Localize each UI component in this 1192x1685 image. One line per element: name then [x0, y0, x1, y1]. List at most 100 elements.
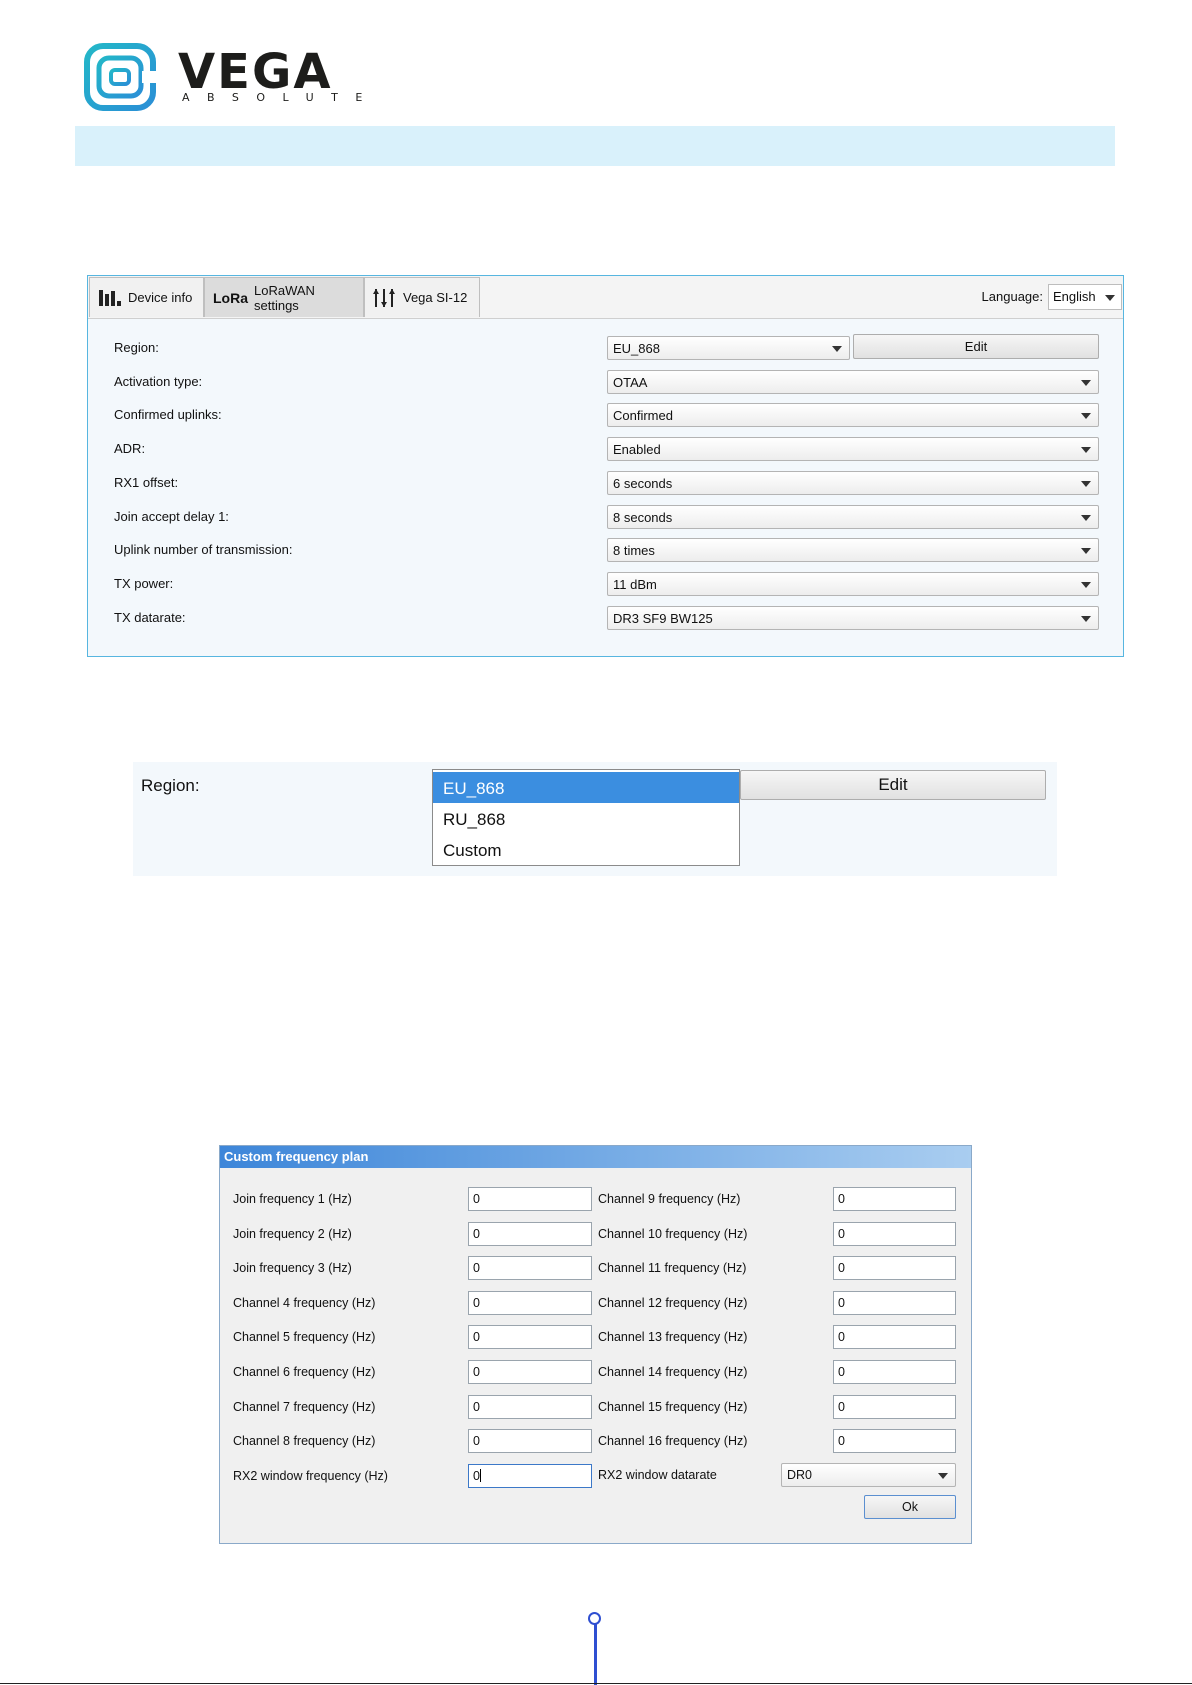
- language-select[interactable]: English: [1048, 284, 1122, 310]
- setting-select[interactable]: 8 times: [607, 538, 1099, 562]
- setting-value: Enabled: [613, 442, 661, 457]
- frequency-input[interactable]: 0: [833, 1222, 956, 1246]
- setting-value: Confirmed: [613, 408, 673, 423]
- edit-button[interactable]: Edit: [853, 334, 1099, 359]
- setting-select[interactable]: DR3 SF9 BW125: [607, 606, 1099, 630]
- bar-chart-icon: [99, 289, 121, 306]
- setting-select[interactable]: Enabled: [607, 437, 1099, 461]
- setting-select[interactable]: EU_868: [607, 336, 850, 360]
- frequency-label: Channel 7 frequency (Hz): [233, 1400, 376, 1414]
- tab-bar: Device info LoRa LoRaWAN settings Vega S…: [88, 276, 1123, 319]
- frequency-label: Channel 6 frequency (Hz): [233, 1365, 376, 1379]
- frequency-input[interactable]: 0: [833, 1291, 956, 1315]
- language-label: Language:: [981, 289, 1043, 304]
- setting-value: 6 seconds: [613, 476, 673, 491]
- frequency-value: 0: [473, 1227, 480, 1241]
- ok-button[interactable]: Ok: [864, 1495, 956, 1519]
- lora-icon: LoRa: [213, 289, 248, 306]
- setting-label: Uplink number of transmission:: [114, 542, 293, 557]
- region-label-zoom: Region:: [141, 776, 200, 795]
- frequency-input[interactable]: 0: [468, 1325, 592, 1349]
- setting-select[interactable]: 11 dBm: [607, 572, 1099, 596]
- tab-vega-si12[interactable]: Vega SI-12: [364, 277, 480, 317]
- setting-label: Join accept delay 1:: [114, 509, 229, 524]
- frequency-label: Channel 15 frequency (Hz): [598, 1400, 748, 1414]
- footer-node-icon: [588, 1612, 601, 1625]
- frequency-value: 0: [473, 1365, 480, 1379]
- setting-label: RX1 offset:: [114, 475, 179, 490]
- tab-lorawan-settings[interactable]: LoRa LoRaWAN settings: [204, 277, 364, 317]
- region-option-ru868[interactable]: RU_868: [433, 803, 739, 834]
- rx2-datarate-value: DR0: [787, 1468, 813, 1482]
- frequency-value: 0: [838, 1330, 845, 1344]
- frequency-label: RX2 window frequency (Hz): [233, 1469, 388, 1483]
- frequency-input[interactable]: 0: [468, 1429, 592, 1453]
- frequency-input[interactable]: 0: [833, 1395, 956, 1419]
- rx2-datarate-select[interactable]: DR0: [781, 1463, 956, 1487]
- region-option-label: Custom: [443, 841, 502, 860]
- chevron-down-icon: [1081, 481, 1091, 487]
- frequency-input[interactable]: 0: [833, 1429, 956, 1453]
- setting-label: Activation type:: [114, 374, 203, 389]
- region-option-custom[interactable]: Custom: [433, 834, 739, 865]
- frequency-value: 0: [473, 1296, 480, 1310]
- edit-button-zoom[interactable]: Edit: [740, 770, 1046, 800]
- frequency-input[interactable]: 0: [468, 1395, 592, 1419]
- frequency-input[interactable]: 0: [468, 1464, 592, 1488]
- frequency-input[interactable]: 0: [833, 1325, 956, 1349]
- frequency-label: Join frequency 2 (Hz): [233, 1227, 352, 1241]
- frequency-input[interactable]: 0: [833, 1187, 956, 1211]
- setting-label: TX datarate:: [114, 610, 186, 625]
- frequency-label: Channel 16 frequency (Hz): [598, 1434, 748, 1448]
- settings-panel: [87, 275, 1124, 657]
- setting-label: Region:: [114, 340, 159, 355]
- setting-select[interactable]: 6 seconds: [607, 471, 1099, 495]
- frequency-value: 0: [473, 1192, 480, 1206]
- brand-tagline: ABSOLUTE: [182, 91, 380, 104]
- setting-value: 11 dBm: [613, 577, 657, 592]
- chevron-down-icon: [1081, 413, 1091, 419]
- frequency-label: Channel 11 frequency (Hz): [598, 1261, 747, 1275]
- chevron-down-icon: [832, 346, 842, 352]
- region-option-eu868[interactable]: EU_868: [433, 772, 739, 803]
- frequency-label: Channel 13 frequency (Hz): [598, 1330, 748, 1344]
- rx2-datarate-label: RX2 window datarate: [598, 1468, 717, 1482]
- language-value: English: [1053, 289, 1096, 304]
- setting-value: 8 times: [613, 543, 655, 558]
- setting-select[interactable]: OTAA: [607, 370, 1099, 394]
- setting-label: Confirmed uplinks:: [114, 407, 222, 422]
- frequency-label: Channel 4 frequency (Hz): [233, 1296, 376, 1310]
- setting-value: 8 seconds: [613, 510, 673, 525]
- chevron-down-icon: [1081, 582, 1091, 588]
- frequency-input[interactable]: 0: [833, 1256, 956, 1280]
- frequency-input[interactable]: 0: [468, 1256, 592, 1280]
- frequency-value: 0: [838, 1227, 845, 1241]
- chevron-down-icon: [1081, 447, 1091, 453]
- setting-value: OTAA: [613, 375, 648, 390]
- brand-name: VEGA: [178, 44, 333, 100]
- frequency-input[interactable]: 0: [468, 1291, 592, 1315]
- chevron-down-icon: [1081, 380, 1091, 386]
- tab-lorawan-settings-label: LoRaWAN settings: [254, 282, 315, 313]
- frequency-label: Channel 10 frequency (Hz): [598, 1227, 748, 1241]
- region-options-list: EU_868 RU_868 Custom: [432, 769, 740, 866]
- setting-label: TX power:: [114, 576, 174, 591]
- header-band: [75, 126, 1115, 166]
- dialog-title: Custom frequency plan: [220, 1146, 971, 1168]
- frequency-value: 0: [473, 1261, 480, 1275]
- frequency-input[interactable]: 0: [468, 1360, 592, 1384]
- frequency-input[interactable]: 0: [833, 1360, 956, 1384]
- footer-rule: [0, 1683, 1192, 1684]
- setting-select[interactable]: Confirmed: [607, 403, 1099, 427]
- frequency-value: 0: [838, 1296, 845, 1310]
- frequency-value: 0: [473, 1434, 480, 1448]
- frequency-input[interactable]: 0: [468, 1187, 592, 1211]
- setting-select[interactable]: 8 seconds: [607, 505, 1099, 529]
- tab-device-info[interactable]: Device info: [89, 277, 204, 317]
- frequency-input[interactable]: 0: [468, 1222, 592, 1246]
- frequency-value: 0: [838, 1365, 845, 1379]
- frequency-value: 0: [838, 1192, 845, 1206]
- chevron-down-icon: [1105, 295, 1115, 301]
- vega-logo-icon: [84, 43, 156, 111]
- frequency-value: 0: [473, 1330, 480, 1344]
